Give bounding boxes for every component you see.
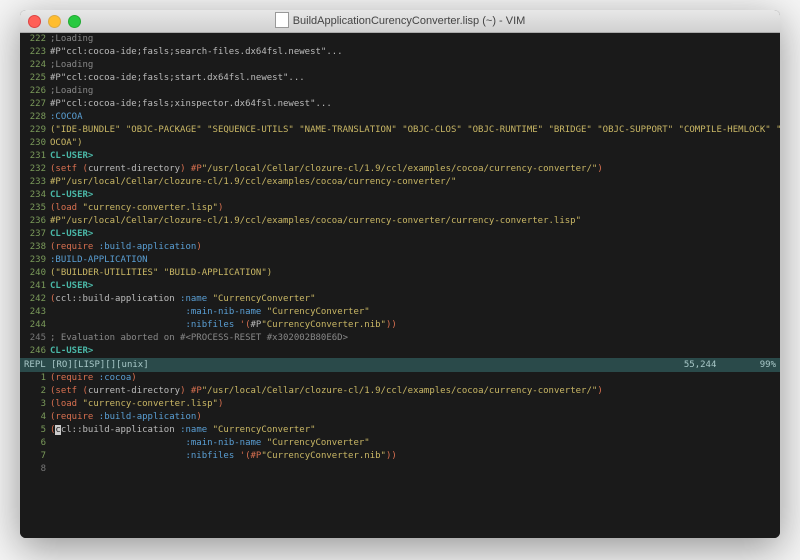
- line-number: 7: [20, 450, 50, 463]
- titlebar[interactable]: BuildApplicationCurencyConverter.lisp (~…: [20, 10, 780, 33]
- code-line: (load "currency-converter.lisp"): [50, 398, 780, 411]
- line-number: 239: [20, 254, 50, 267]
- code-line: :main-nib-name "CurrencyConverter": [50, 437, 780, 450]
- line-number: 226: [20, 85, 50, 98]
- line-number: 240: [20, 267, 50, 280]
- code-line: (setf (current-directory) #P"/usr/local/…: [50, 385, 780, 398]
- code-line: :nibfiles '(#P"CurrencyConverter.nib")): [50, 319, 780, 332]
- code-line: ("BUILDER-UTILITIES" "BUILD-APPLICATION"…: [50, 267, 780, 280]
- line-number: 222: [20, 33, 50, 46]
- line-number: 246: [20, 345, 50, 358]
- line-number: 244: [20, 319, 50, 332]
- code-line: ;Loading: [50, 59, 780, 72]
- minimize-icon[interactable]: [48, 15, 61, 28]
- line-number: 245: [20, 332, 50, 345]
- editor-area[interactable]: 222;Loading 223#P"ccl:cocoa-ide;fasls;se…: [20, 33, 780, 538]
- code-line: (ccl::build-application :name "CurrencyC…: [50, 424, 780, 437]
- repl-prompt: CL-USER>: [50, 345, 780, 358]
- code-line: (load "currency-converter.lisp"): [50, 202, 780, 215]
- line-number: 237: [20, 228, 50, 241]
- code-line: (require :build-application): [50, 241, 780, 254]
- line-number: 231: [20, 150, 50, 163]
- code-line: (require :cocoa): [50, 372, 780, 385]
- repl-prompt: CL-USER>: [50, 228, 780, 241]
- repl-prompt: CL-USER>: [50, 150, 780, 163]
- code-line: :COCOA: [50, 111, 780, 124]
- code-line: OCOA"): [50, 137, 780, 150]
- line-number: 6: [20, 437, 50, 450]
- window-title: BuildApplicationCurencyConverter.lisp (~…: [20, 13, 780, 29]
- line-number: 4: [20, 411, 50, 424]
- traffic-lights: [20, 15, 81, 28]
- line-number: 228: [20, 111, 50, 124]
- line-number: 229: [20, 124, 50, 137]
- code-line: ;Loading: [50, 85, 780, 98]
- code-line: (ccl::build-application :name "CurrencyC…: [50, 293, 780, 306]
- line-number: 242: [20, 293, 50, 306]
- line-number: 223: [20, 46, 50, 59]
- line-number: 1: [20, 372, 50, 385]
- code-line: :nibfiles '(#P"CurrencyConverter.nib")): [50, 450, 780, 463]
- repl-prompt: CL-USER>: [50, 280, 780, 293]
- window-frame: BuildApplicationCurencyConverter.lisp (~…: [20, 10, 780, 538]
- code-line: :BUILD-APPLICATION: [50, 254, 780, 267]
- line-number: 224: [20, 59, 50, 72]
- line-number: 235: [20, 202, 50, 215]
- line-number: 230: [20, 137, 50, 150]
- status-file: REPL [RO][LISP][][unix]: [24, 358, 149, 372]
- code-line: ("IDE-BUNDLE" "OBJC-PACKAGE" "SEQUENCE-U…: [50, 124, 780, 137]
- line-number: 243: [20, 306, 50, 319]
- code-line: (setf (current-directory) #P"/usr/local/…: [50, 163, 780, 176]
- line-number: 225: [20, 72, 50, 85]
- line-number: 2: [20, 385, 50, 398]
- code-line: :main-nib-name "CurrencyConverter": [50, 306, 780, 319]
- code-line: #P"/usr/local/Cellar/clozure-cl/1.9/ccl/…: [50, 215, 780, 228]
- line-number: 232: [20, 163, 50, 176]
- status-bar-top: REPL [RO][LISP][][unix] 55,244 99%: [20, 358, 780, 372]
- line-number: 227: [20, 98, 50, 111]
- code-line: #P"/usr/local/Cellar/clozure-cl/1.9/ccl/…: [50, 176, 780, 189]
- code-line: [50, 463, 780, 476]
- line-number: 3: [20, 398, 50, 411]
- line-number: 238: [20, 241, 50, 254]
- code-line: ; Evaluation aborted on #<PROCESS-RESET …: [50, 332, 780, 345]
- repl-prompt: CL-USER>: [50, 189, 780, 202]
- line-number: 5: [20, 424, 50, 437]
- empty-editor-space[interactable]: [20, 476, 780, 538]
- line-number: 8: [20, 463, 50, 476]
- zoom-icon[interactable]: [68, 15, 81, 28]
- line-number: 241: [20, 280, 50, 293]
- code-line: (require :build-application): [50, 411, 780, 424]
- code-line: #P"ccl:cocoa-ide;fasls;xinspector.dx64fs…: [50, 98, 780, 111]
- status-position: 55,244 99%: [684, 358, 776, 372]
- code-line: #P"ccl:cocoa-ide;fasls;start.dx64fsl.new…: [50, 72, 780, 85]
- close-icon[interactable]: [28, 15, 41, 28]
- code-line: ;Loading: [50, 33, 780, 46]
- document-icon: [275, 12, 289, 28]
- line-number: 236: [20, 215, 50, 228]
- code-line: #P"ccl:cocoa-ide;fasls;search-files.dx64…: [50, 46, 780, 59]
- line-number: 234: [20, 189, 50, 202]
- line-number: 233: [20, 176, 50, 189]
